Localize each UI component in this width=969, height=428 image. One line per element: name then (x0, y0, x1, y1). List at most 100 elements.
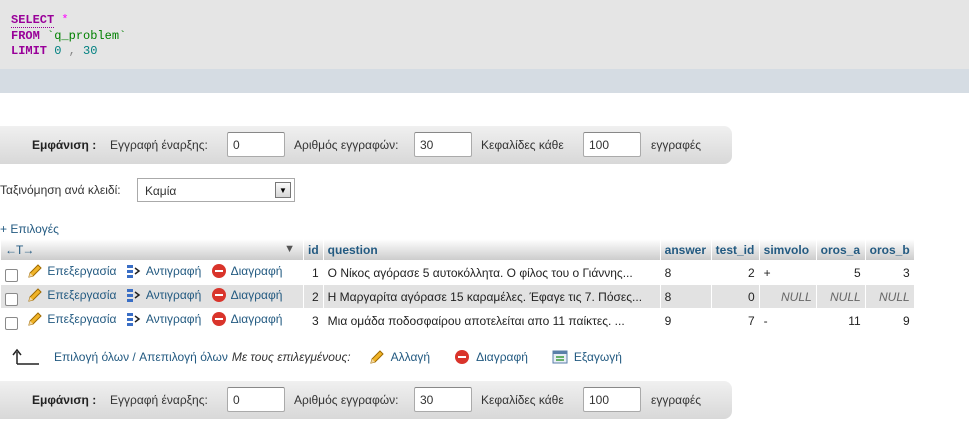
actions-header: ←T→ ▼ (1, 239, 303, 260)
column-header-id[interactable]: id (304, 239, 323, 260)
results-table: ←T→ ▼ id question answer test_id simvolo… (0, 238, 915, 333)
navigation-bar-bottom: Εμφάνιση : Εγγραφή έναρξης: Αριθμός εγγρ… (0, 381, 732, 419)
records-label: εγγραφές (651, 138, 702, 152)
copy-label: Αντιγραφή (145, 263, 202, 278)
edit-button[interactable]: Επεξεργασία (27, 311, 116, 327)
record-count-input[interactable] (414, 132, 472, 157)
bulk-export-button[interactable]: Εξαγωγή (552, 349, 622, 365)
start-record-input[interactable] (227, 132, 285, 157)
edit-button[interactable]: Επεξεργασία (27, 263, 116, 279)
sql-table-name: `q_problem` (47, 28, 127, 43)
record-count-label: Αριθμός εγγραφών: (294, 138, 399, 152)
cell-question: Ο Νίκος αγόρασε 5 αυτοκόλλητα. Ο φίλος τ… (323, 261, 660, 284)
column-header-test-id[interactable]: test_id (711, 239, 759, 260)
table-row: Επεξεργασία Αντιγραφή Διαγραφή 2 Η Μαργα… (1, 285, 914, 308)
question-text: Η Μαργαρίτα αγόρασε 15 καραμέλες. Έφαγε … (327, 289, 643, 304)
check-all-link[interactable]: Επιλογή όλων (54, 350, 129, 364)
navigation-bar-top: Εμφάνιση : Εγγραφή έναρξης: Αριθμός εγγρ… (0, 126, 732, 164)
sql-star: * (61, 13, 69, 27)
copy-button[interactable]: Αντιγραφή (126, 311, 201, 327)
table-row: Επεξεργασία Αντιγραφή Διαγραφή 1 Ο Νίκος… (1, 261, 914, 284)
sql-comma: , (68, 44, 76, 58)
sort-by-key-label: Ταξινόμηση ανά κλειδί: (0, 183, 121, 197)
cell-oros-a: 11 (816, 309, 865, 332)
column-header-oros-a[interactable]: oros_a (816, 239, 865, 260)
sql-limit-count: 30 (83, 44, 98, 58)
cell-oros-a: 5 (816, 261, 865, 284)
sql-query-box: SELECT * FROM `q_problem` LIMIT 0 , 30 (0, 0, 969, 93)
sort-by-key-select[interactable]: Καμία ▼ (137, 178, 295, 202)
column-arrows[interactable]: ←T→ (5, 243, 34, 257)
cell-simvolo: - (759, 309, 816, 332)
record-count-label: Αριθμός εγγραφών: (294, 393, 399, 407)
bulk-export-label: Εξαγωγή (573, 350, 622, 364)
headers-every-label: Κεφαλίδες κάθε (481, 393, 564, 407)
start-record-label: Εγγραφή έναρξης: (110, 393, 208, 407)
cell-id: 2 (304, 285, 323, 308)
sort-dropdown-icon[interactable]: ▼ (284, 243, 295, 255)
bulk-delete-label: Διαγραφή (476, 350, 528, 364)
start-record-input[interactable] (227, 387, 285, 412)
column-header-simvolo[interactable]: simvolo (759, 239, 816, 260)
bulk-separator: / (129, 350, 140, 364)
delete-button[interactable]: Διαγραφή (211, 287, 282, 303)
page: { "sql": { "select_kw": "SELECT", "star"… (0, 0, 969, 428)
cell-simvolo: NULL (759, 285, 816, 308)
sql-from-keyword: FROM (11, 28, 40, 43)
cell-oros-b: 9 (865, 309, 914, 332)
cell-question: Μια ομάδα ποδοσφαίρου αποτελείται απο 11… (323, 309, 660, 332)
cell-id: 3 (304, 309, 323, 332)
delete-label: Διαγραφή (230, 263, 283, 278)
cell-answer: 8 (660, 285, 711, 308)
copy-button[interactable]: Αντιγραφή (126, 287, 201, 303)
row-checkbox[interactable] (5, 293, 18, 307)
row-checkbox[interactable] (5, 269, 18, 283)
edit-button[interactable]: Επεξεργασία (27, 287, 116, 303)
corner-arrow-icon (12, 348, 39, 365)
start-record-label: Εγγραφή έναρξης: (110, 138, 208, 152)
pencil-icon (28, 288, 43, 302)
cell-question: Η Μαργαρίτα αγόρασε 15 καραμέλες. Έφαγε … (323, 285, 660, 308)
delete-icon (211, 263, 226, 278)
column-header-question[interactable]: question (323, 239, 660, 260)
headers-every-input[interactable] (583, 387, 641, 412)
cell-id: 1 (304, 261, 323, 284)
cell-oros-a: NULL (816, 285, 865, 308)
bulk-actions-bar: Επιλογή όλων / Απεπιλογή όλων Με τους επ… (12, 347, 622, 367)
copy-button[interactable]: Αντιγραφή (126, 263, 201, 279)
delete-icon (211, 311, 226, 326)
sql-code: SELECT * FROM `q_problem` LIMIT 0 , 30 (11, 13, 126, 60)
copy-icon (126, 312, 141, 326)
row-actions: Επεξεργασία Αντιγραφή Διαγραφή (1, 261, 303, 284)
cell-answer: 9 (660, 309, 711, 332)
row-checkbox[interactable] (5, 317, 18, 331)
uncheck-all-link[interactable]: Απεπιλογή όλων (139, 350, 228, 364)
cell-oros-b: NULL (865, 285, 914, 308)
record-count-input[interactable] (414, 387, 472, 412)
copy-icon (126, 264, 141, 278)
edit-label: Επεξεργασία (47, 311, 117, 326)
bulk-change-label: Αλλαγή (390, 350, 431, 364)
with-selected-label: Με τους επιλεγμένους: (231, 350, 351, 364)
edit-label: Επεξεργασία (47, 263, 117, 278)
pencil-icon (28, 312, 43, 326)
show-label: Εμφάνιση : (32, 138, 97, 152)
column-header-answer[interactable]: answer (660, 239, 711, 260)
sql-select-keyword[interactable]: SELECT (11, 13, 55, 28)
delete-button[interactable]: Διαγραφή (211, 311, 282, 327)
bulk-delete-button[interactable]: Διαγραφή (454, 349, 528, 365)
pencil-icon (369, 350, 384, 364)
question-text: Μια ομάδα ποδοσφαίρου αποτελείται απο 11… (327, 313, 625, 328)
chevron-down-icon[interactable]: ▼ (275, 182, 291, 198)
delete-icon (211, 287, 226, 302)
column-header-oros-b[interactable]: oros_b (865, 239, 914, 260)
options-link[interactable]: + Επιλογές (0, 222, 59, 236)
copy-icon (126, 288, 141, 302)
cell-test-id: 0 (711, 285, 759, 308)
records-label: εγγραφές (651, 393, 702, 407)
delete-button[interactable]: Διαγραφή (211, 263, 283, 279)
headers-every-input[interactable] (583, 132, 641, 157)
show-label: Εμφάνιση : (32, 393, 97, 407)
bulk-change-button[interactable]: Αλλαγή (369, 349, 430, 365)
pencil-icon (28, 264, 43, 278)
